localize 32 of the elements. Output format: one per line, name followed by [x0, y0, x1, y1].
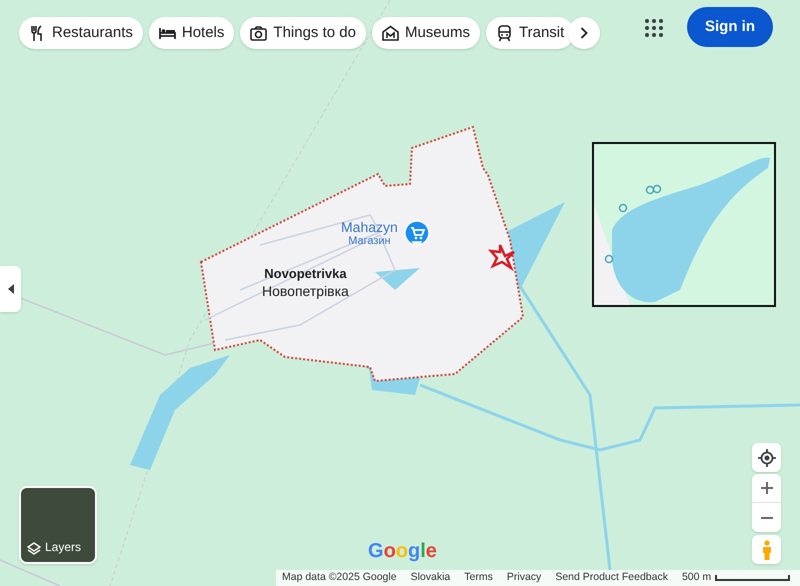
category-chip[interactable]: Museums — [372, 17, 480, 49]
layers-icon — [27, 542, 41, 556]
category-chip[interactable]: Restaurants — [19, 17, 143, 49]
footer-link[interactable]: Terms — [464, 570, 493, 586]
museum-icon — [382, 24, 399, 42]
train-icon — [496, 24, 513, 42]
sign-in-button[interactable]: Sign in — [687, 7, 773, 47]
my-location-button[interactable] — [752, 443, 781, 472]
category-chip[interactable]: Hotels — [148, 17, 234, 49]
chevron-right-icon — [580, 27, 588, 39]
camera-icon — [250, 24, 268, 42]
pegman-icon — [762, 540, 772, 560]
layers-button[interactable]: Layers — [19, 486, 97, 564]
collapse-panel-button[interactable] — [0, 266, 21, 312]
minus-icon — [760, 516, 772, 518]
town-label: Новопетрівка — [262, 282, 349, 300]
place-label[interactable]: Магазин — [348, 235, 391, 248]
footer-link[interactable]: Send Product Feedback — [555, 570, 668, 586]
google-logo: Google — [368, 539, 437, 563]
scale-label: 500 m — [682, 570, 712, 586]
shopping-cart-icon[interactable] — [404, 220, 430, 248]
town-label: Novopetrivka — [264, 266, 347, 282]
place-label[interactable]: Mahazyn — [341, 219, 398, 235]
category-chip[interactable]: Things to do — [240, 17, 366, 49]
apps-icon[interactable] — [645, 19, 663, 37]
footer-link[interactable]: Slovakia — [410, 570, 450, 586]
caret-left-icon — [6, 284, 14, 294]
footer-link[interactable]: Privacy — [506, 570, 542, 586]
location-target-icon — [758, 448, 776, 466]
attribution-text: Map data ©2025 Google — [282, 570, 397, 586]
plus-icon — [760, 482, 772, 494]
pond-shape — [375, 268, 420, 290]
